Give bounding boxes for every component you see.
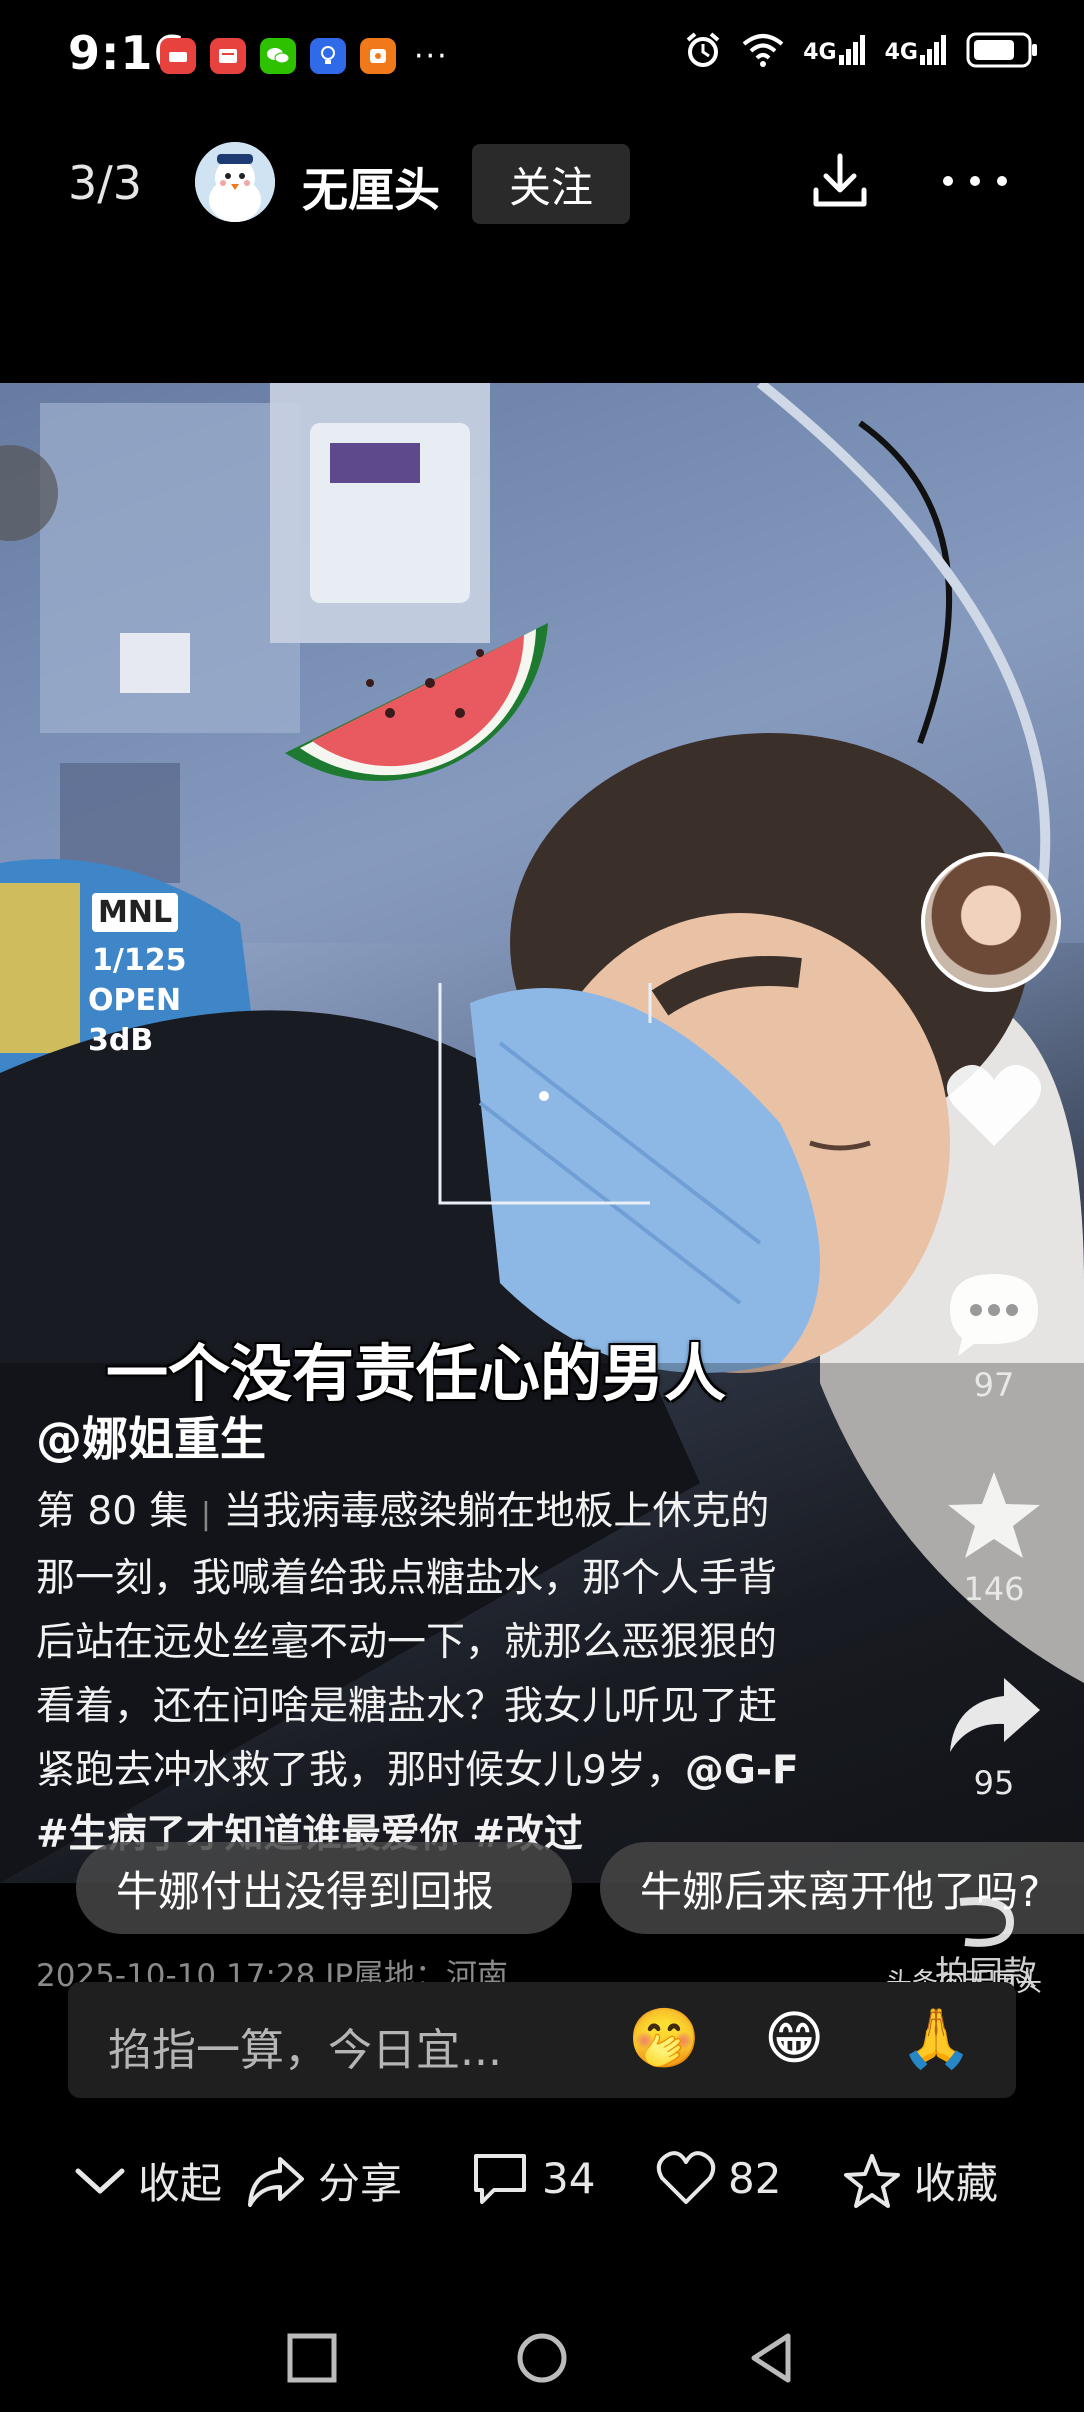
- wifi-icon: [742, 34, 784, 67]
- alarm-icon: [686, 32, 720, 67]
- recents-square-icon[interactable]: [284, 2330, 340, 2386]
- like-count-label: 82: [728, 2153, 782, 2203]
- notification-icons: ···: [160, 38, 449, 74]
- equipment-label: MNL: [92, 893, 179, 932]
- caption-text: 当我病毒感染躺在地板上休克的那一刻，我喊着给我点糖盐水，那个人手背后站在远处丝毫…: [36, 1489, 778, 1793]
- signal-bars-icon: [838, 35, 865, 65]
- emoji-grin-button[interactable]: 😁: [764, 2004, 824, 2072]
- battery-icon: [966, 32, 1037, 68]
- episode-divider: |: [200, 1497, 211, 1532]
- follow-button[interactable]: 关注: [472, 144, 630, 224]
- wechat-icon: [260, 38, 296, 74]
- more-notifications-indicator: ···: [414, 38, 449, 74]
- signal-1: 4G: [803, 35, 866, 65]
- favorite-action[interactable]: 146: [934, 1468, 1054, 1608]
- favorite-label: 收藏: [914, 2159, 999, 2208]
- bottom-action-bar: 收起 分享 34 82 收藏: [0, 2130, 1084, 2230]
- snowman-avatar-icon: [195, 142, 275, 222]
- network-type-label-2: 4G: [884, 40, 918, 65]
- equipment-label: 3dB: [88, 1023, 154, 1058]
- download-icon[interactable]: [808, 150, 872, 214]
- comment-input-placeholder[interactable]: 掐指一算，今日宜...: [108, 2014, 502, 2078]
- like-action[interactable]: [934, 1060, 1054, 1158]
- comment-button[interactable]: 34: [470, 2150, 595, 2206]
- emoji-cover-mouth-button[interactable]: 🤭: [628, 2004, 700, 2073]
- red-app-icon: [210, 38, 246, 74]
- network-type-label-1: 4G: [803, 40, 837, 65]
- comment-icon: [474, 2154, 526, 2204]
- heart-icon: [946, 1064, 1042, 1146]
- share-action[interactable]: 95: [934, 1672, 1054, 1802]
- chevron-down-icon: [75, 2168, 125, 2193]
- comment-action[interactable]: 97: [934, 1268, 1054, 1404]
- comment-count-label: 34: [542, 2153, 596, 2203]
- comment-count: 97: [973, 1366, 1015, 1404]
- caption-text-block[interactable]: 第 80 集 | 当我病毒感染躺在地板上休克的那一刻，我喊着给我点糖盐水，那个人…: [36, 1480, 806, 1867]
- like-button[interactable]: 82: [656, 2150, 781, 2206]
- emoji-pray-button[interactable]: 🙏: [900, 2004, 972, 2073]
- signal-bars-icon: [920, 35, 946, 65]
- share-button[interactable]: 分享: [246, 2150, 402, 2211]
- top-bar: 3/3 无厘头 关注: [0, 130, 1084, 240]
- back-triangle-icon[interactable]: [744, 2330, 800, 2386]
- star-icon: [948, 1472, 1040, 1558]
- comment-bubble-icon: [950, 1274, 1038, 1356]
- huawei-app-icon: [160, 38, 196, 74]
- equipment-label: 1/125: [92, 943, 187, 978]
- orange-app-icon: [360, 38, 396, 74]
- author-name[interactable]: 无厘头: [302, 154, 440, 220]
- status-bar: 9:16 ··· 4G 4G: [0, 0, 1084, 110]
- episode-label: 第 80 集: [36, 1489, 201, 1534]
- blue-bulb-app-icon: [310, 38, 346, 74]
- collapse-label: 收起: [138, 2159, 223, 2208]
- creator-avatar[interactable]: [921, 852, 1061, 992]
- video-subtitle: 一个没有责任心的男人: [106, 1337, 727, 1410]
- page-counter: 3/3: [68, 156, 143, 210]
- suggestion-chip[interactable]: 牛娜付出没得到回报: [76, 1842, 572, 1934]
- favorite-button[interactable]: 收藏: [842, 2150, 998, 2211]
- star-outline-icon: [844, 2153, 900, 2208]
- signal-2: 4G: [885, 35, 948, 65]
- heart-outline-icon: [656, 2151, 716, 2204]
- collapse-button[interactable]: 收起: [74, 2150, 222, 2211]
- more-options-icon[interactable]: [940, 166, 1010, 196]
- equipment-label: OPEN: [88, 983, 182, 1018]
- author-avatar[interactable]: [195, 142, 275, 222]
- system-icons: 4G 4G: [683, 30, 1038, 70]
- sparkle-logo-icon: [959, 1897, 1015, 1947]
- share-icon: [248, 2156, 304, 2207]
- system-nav-bar: [0, 2300, 1084, 2412]
- home-circle-icon[interactable]: [514, 2330, 570, 2386]
- comment-input-bar[interactable]: 掐指一算，今日宜... 🤭 😁 🙏: [68, 1982, 1016, 2098]
- caption-username[interactable]: @娜姐重生: [36, 1403, 266, 1469]
- favorite-count: 146: [963, 1570, 1025, 1608]
- share-count: 95: [973, 1764, 1015, 1802]
- share-arrow-icon: [950, 1678, 1040, 1752]
- share-label: 分享: [318, 2159, 403, 2208]
